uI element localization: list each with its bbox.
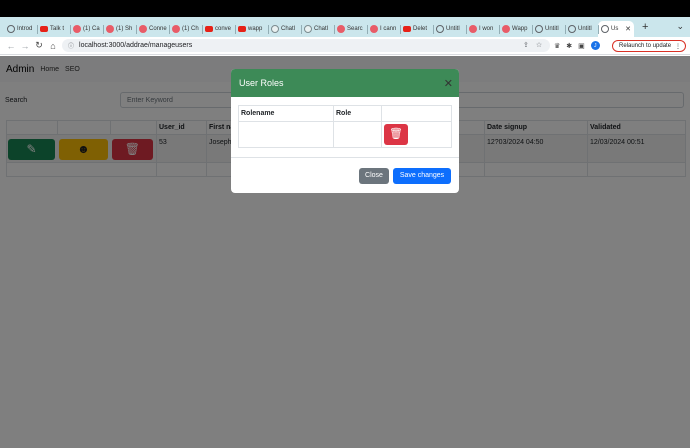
delete-role-button[interactable]: 🗑 xyxy=(384,124,408,145)
youtube-icon xyxy=(403,26,411,32)
app-icon xyxy=(502,25,510,33)
app-icon xyxy=(139,25,147,33)
browser-tab[interactable]: Conne xyxy=(136,21,169,37)
address-bar: ← → ↻ ⌂ ⓘ localhost:3000/addrae/manageus… xyxy=(0,37,690,55)
browser-tab[interactable]: (1) Ch xyxy=(169,21,202,37)
bookmark-star-icon[interactable]: ☆ xyxy=(536,41,542,49)
os-menu-bar xyxy=(0,0,690,17)
browser-tab-active[interactable]: Us ✕ xyxy=(598,21,634,37)
extension-icon[interactable]: ♛ xyxy=(554,42,560,50)
browser-tab-strip: Introd Talk t (1) Ca (1) Sh Conne (1) Ch… xyxy=(0,17,690,37)
browser-tab[interactable]: wapp xyxy=(235,21,268,37)
globe-icon xyxy=(568,25,576,33)
globe-icon xyxy=(535,25,543,33)
browser-tab[interactable]: Wapp xyxy=(499,21,532,37)
save-changes-button[interactable]: Save changes xyxy=(393,167,451,184)
tab-search-chevron-icon[interactable]: ⌄ xyxy=(676,21,684,32)
site-info-icon[interactable]: ⓘ xyxy=(68,41,74,50)
youtube-icon xyxy=(205,26,213,32)
youtube-icon xyxy=(40,26,48,32)
modal-header: User Roles ✕ xyxy=(231,69,459,97)
browser-tab[interactable]: I cann xyxy=(367,21,400,37)
app-icon xyxy=(106,25,114,33)
trash-icon: 🗑 xyxy=(389,128,403,140)
browser-tab[interactable]: (1) Ca xyxy=(70,21,103,37)
modal-footer: Close Save changes xyxy=(231,157,459,193)
globe-icon xyxy=(7,25,15,33)
browser-tab[interactable]: Untitl xyxy=(565,21,598,37)
cell-role xyxy=(333,121,382,148)
relaunch-button[interactable]: Relaunch to update ⋮ xyxy=(612,40,686,52)
browser-tab[interactable]: Searc xyxy=(334,21,367,37)
browser-tab[interactable]: Introd xyxy=(4,21,37,37)
new-tab-icon[interactable]: + xyxy=(642,21,648,33)
column-header xyxy=(381,105,452,122)
share-icon[interactable]: ⇪ xyxy=(523,41,529,49)
app-icon xyxy=(370,25,378,33)
youtube-icon xyxy=(238,26,246,32)
menu-kebab-icon: ⋮ xyxy=(675,43,681,50)
browser-tab[interactable]: conve xyxy=(202,21,235,37)
profile-avatar[interactable]: J xyxy=(590,41,600,50)
browser-tab[interactable]: (1) Sh xyxy=(103,21,136,37)
modal-title: User Roles xyxy=(239,78,284,88)
user-roles-modal: User Roles ✕ Rolename Role 🗑 Close Save … xyxy=(231,69,459,193)
browser-tab[interactable]: Talk t xyxy=(37,21,70,37)
browser-tab[interactable]: Chatl xyxy=(268,21,301,37)
browser-tab[interactable]: I won xyxy=(466,21,499,37)
home-icon[interactable]: ⌂ xyxy=(46,41,60,51)
globe-icon xyxy=(601,25,609,33)
close-button[interactable]: Close xyxy=(359,167,389,184)
close-icon[interactable]: ✕ xyxy=(444,77,453,90)
forward-icon[interactable]: → xyxy=(18,41,32,51)
close-tab-icon[interactable]: ✕ xyxy=(625,25,631,33)
globe-icon xyxy=(436,25,444,33)
column-header-role: Role xyxy=(333,105,382,122)
cell-actions: 🗑 xyxy=(381,121,452,148)
app-icon xyxy=(172,25,180,33)
modal-body: Rolename Role 🗑 xyxy=(231,97,459,148)
roles-table: Rolename Role 🗑 xyxy=(238,105,452,148)
puzzle-extensions-icon[interactable]: ✱ xyxy=(566,42,572,50)
table-row: 🗑 xyxy=(238,121,452,148)
chatgpt-icon xyxy=(271,25,279,33)
url-field[interactable]: ⓘ localhost:3000/addrae/manageusers xyxy=(62,39,550,52)
browser-tab[interactable]: Chatl xyxy=(301,21,334,37)
back-icon[interactable]: ← xyxy=(4,41,18,51)
sidebar-icon[interactable]: ▣ xyxy=(578,42,585,50)
app-icon xyxy=(73,25,81,33)
app-icon xyxy=(337,25,345,33)
cell-rolename xyxy=(238,121,334,148)
browser-tab[interactable]: Untitl xyxy=(532,21,565,37)
chatgpt-icon xyxy=(304,25,312,33)
reload-icon[interactable]: ↻ xyxy=(32,40,46,51)
column-header-rolename: Rolename xyxy=(238,105,334,122)
app-icon xyxy=(469,25,477,33)
browser-tab[interactable]: Untitl xyxy=(433,21,466,37)
browser-tab[interactable]: Delet xyxy=(400,21,433,37)
